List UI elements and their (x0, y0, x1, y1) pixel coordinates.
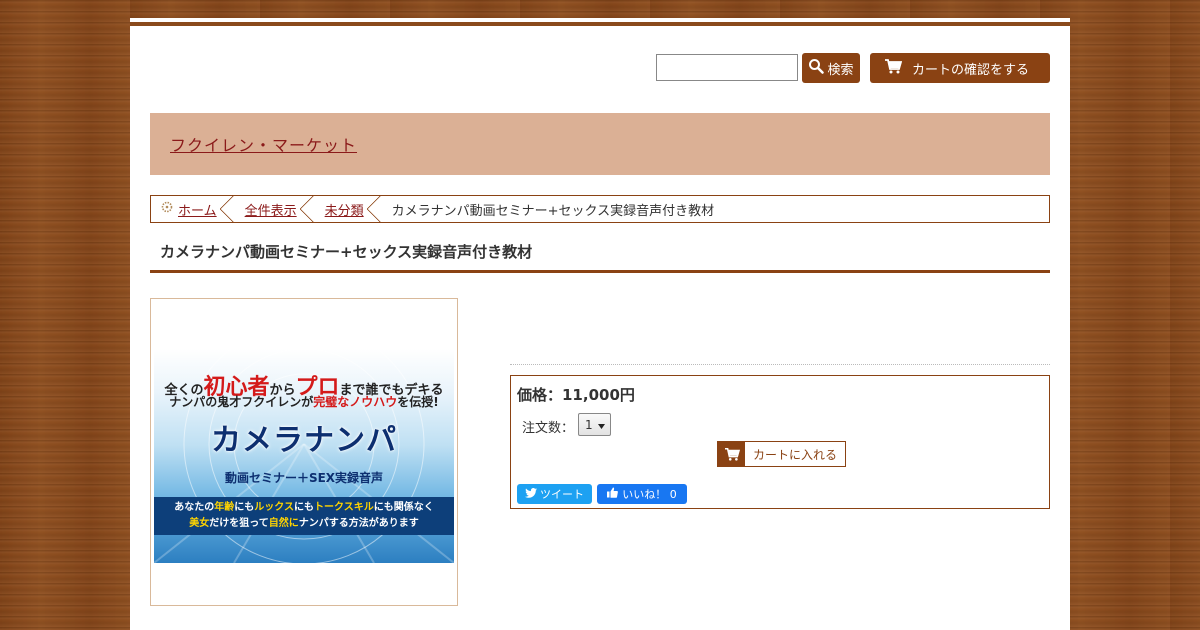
add-to-cart-button[interactable]: カートに入れる (717, 441, 846, 467)
cart-icon (884, 58, 903, 78)
cart-check-label: カートの確認をする (912, 62, 1030, 78)
breadcrumb-link-uncategorized[interactable]: 未分類 (325, 200, 364, 219)
breadcrumb-current: カメラナンパ動画セミナー+セックス実録音声付き教材 (374, 196, 725, 222)
magnifier-icon (808, 58, 825, 78)
quantity-value: 1 (585, 417, 593, 432)
shop-name-link[interactable]: フクイレン・マーケット (170, 132, 357, 156)
twitter-bird-icon (525, 487, 537, 501)
page-container: 検索 カートの確認をする フクイレン・マーケット ホーム 全件表示 未分類 カメ… (130, 18, 1070, 630)
home-icon (161, 201, 173, 217)
promo-ribbon: あなたの年齢にもルックスにもトークスキルにも関係なく 美女だけを狙って自然にナン… (154, 497, 454, 535)
chevron-down-icon (597, 418, 605, 432)
product-image[interactable]: 全くの初心者からプロまで誰でもデキる ナンパの鬼才フクイレンが完璧なノウハウを伝… (150, 298, 458, 606)
breadcrumb: ホーム 全件表示 未分類 カメラナンパ動画セミナー+セックス実録音声付き教材 (150, 195, 1050, 223)
breadcrumb-link-all[interactable]: 全件表示 (245, 200, 297, 219)
breadcrumb-link-home[interactable]: ホーム (178, 200, 217, 219)
tweet-button[interactable]: ツイート (517, 484, 592, 504)
shop-banner: フクイレン・マーケット (150, 113, 1050, 175)
promo-main-title: カメラナンパ (211, 423, 397, 458)
search-button-label: 検索 (827, 62, 854, 78)
quantity-label: 注文数： (522, 421, 575, 436)
breadcrumb-item: 全件表示 (227, 195, 314, 223)
thumbs-up-icon (607, 487, 619, 501)
product-price: 価格：11,000円 (517, 386, 635, 404)
add-to-cart-label: カートに入れる (752, 447, 837, 462)
breadcrumb-home: ホーム (151, 195, 234, 223)
search-input[interactable] (656, 54, 798, 81)
cart-icon (718, 442, 745, 466)
like-button[interactable]: いいね！ 0 (597, 484, 687, 504)
page-inner: 検索 カートの確認をする フクイレン・マーケット ホーム 全件表示 未分類 カメ… (150, 20, 1050, 630)
search-button[interactable]: 検索 (802, 53, 860, 83)
page-title: カメラナンパ動画セミナー+セックス実録音声付き教材 (150, 233, 1050, 273)
quantity-select[interactable]: 1 (578, 413, 611, 436)
promo-subtitle: 動画セミナー＋SEX実録音声 (224, 471, 384, 485)
like-label: いいね！ 0 (622, 488, 677, 501)
tweet-label: ツイート (540, 488, 584, 501)
breadcrumb-current-label: カメラナンパ動画セミナー+セックス実録音声付き教材 (391, 203, 715, 219)
promo-line2: ナンパの鬼才フクイレンが完璧なノウハウを伝授! (169, 395, 439, 409)
promo-banner: 全くの初心者からプロまで誰でもデキる ナンパの鬼才フクイレンが完璧なノウハウを伝… (154, 349, 454, 563)
breadcrumb-item: 未分類 (307, 195, 381, 223)
cart-check-button[interactable]: カートの確認をする (870, 53, 1050, 83)
purchase-box: 価格：11,000円 注文数： 1 カートに入れる ツイート いいね！ 0 (510, 375, 1050, 509)
divider (510, 364, 1050, 365)
